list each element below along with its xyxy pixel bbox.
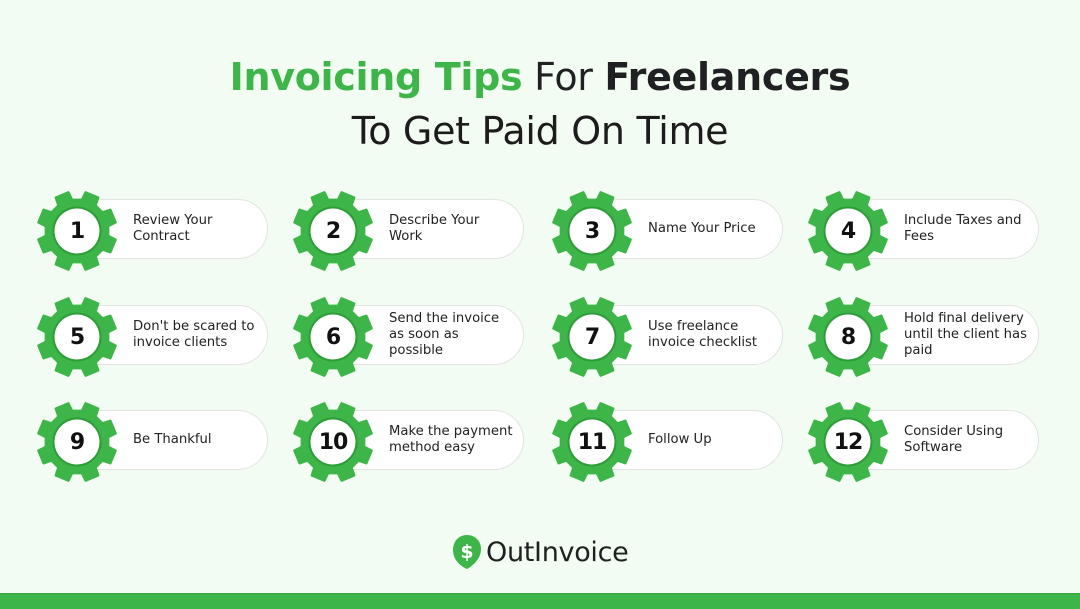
- tip-card: Name Your Price: [608, 199, 783, 259]
- tip-item: Follow Up 11: [552, 402, 792, 482]
- logo-dollar-symbol: $: [460, 541, 473, 563]
- tip-number: 10: [318, 429, 349, 455]
- tip-number: 7: [584, 324, 600, 350]
- tip-item: Include Taxes and Fees 4: [808, 191, 1048, 271]
- bottom-accent-bar: [0, 593, 1080, 609]
- tip-item: Review Your Contract 1: [37, 191, 277, 271]
- tip-text: Hold final delivery until the client has…: [904, 311, 1027, 358]
- tip-item: Send the invoice as soon as possible 6: [293, 297, 533, 377]
- tip-text: Name Your Price: [648, 221, 756, 236]
- tip-number: 2: [325, 218, 341, 244]
- tip-item: Don't be scared to invoice clients 5: [37, 297, 277, 377]
- tip-number: 11: [577, 429, 608, 455]
- tip-text: Include Taxes and Fees: [904, 213, 1022, 244]
- tip-item: Use freelance invoice checklist 7: [552, 297, 792, 377]
- tip-item: Be Thankful 9: [37, 402, 277, 482]
- tip-number: 5: [69, 324, 85, 350]
- tip-card: Be Thankful: [93, 410, 268, 470]
- title-subline: To Get Paid On Time: [351, 109, 729, 153]
- tip-card: Don't be scared to invoice clients: [93, 305, 268, 365]
- tip-number: 8: [840, 324, 856, 350]
- tip-number: 4: [840, 218, 856, 244]
- page-title: Invoicing Tips For Freelancers To Get Pa…: [0, 50, 1080, 158]
- tip-card: Use freelance invoice checklist: [608, 305, 783, 365]
- tip-text: Don't be scared to invoice clients: [133, 319, 255, 350]
- tip-card: Review Your Contract: [93, 199, 268, 259]
- tip-card: Follow Up: [608, 410, 783, 470]
- tip-card: Include Taxes and Fees: [864, 199, 1039, 259]
- tip-text: Send the invoice as soon as possible: [389, 311, 500, 358]
- title-bold: Freelancers: [604, 55, 851, 99]
- tip-text: Describe Your Work: [389, 213, 480, 244]
- tip-text: Review Your Contract: [133, 213, 213, 244]
- title-connector: For: [534, 55, 593, 99]
- tip-text: Be Thankful: [133, 432, 212, 447]
- tip-text: Use freelance invoice checklist: [648, 319, 758, 350]
- brand-logo: $ OutInvoice: [452, 532, 629, 572]
- tip-item: Make the payment method easy 10: [293, 402, 533, 482]
- tip-card: Consider Using Software: [864, 410, 1039, 470]
- tip-number: 9: [69, 429, 85, 455]
- tip-card: Describe Your Work: [349, 199, 524, 259]
- tip-number: 3: [584, 218, 600, 244]
- tip-number: 12: [833, 429, 864, 455]
- tip-number: 6: [325, 324, 341, 350]
- tip-item: Consider Using Software 12: [808, 402, 1048, 482]
- tip-item: Name Your Price 3: [552, 191, 792, 271]
- title-highlight: Invoicing Tips: [229, 55, 523, 99]
- tip-item: Hold final delivery until the client has…: [808, 297, 1048, 377]
- dollar-pin-icon: $: [453, 535, 481, 569]
- tip-card: Send the invoice as soon as possible: [349, 305, 524, 365]
- tip-text: Follow Up: [648, 432, 712, 447]
- tip-card: Hold final delivery until the client has…: [864, 305, 1039, 365]
- tip-number: 1: [69, 218, 85, 244]
- tip-card: Make the payment method easy: [349, 410, 524, 470]
- tip-item: Describe Your Work 2: [293, 191, 533, 271]
- tip-text: Consider Using Software: [904, 424, 1004, 455]
- tip-text: Make the payment method easy: [389, 424, 513, 455]
- logo-text: OutInvoice: [486, 536, 629, 568]
